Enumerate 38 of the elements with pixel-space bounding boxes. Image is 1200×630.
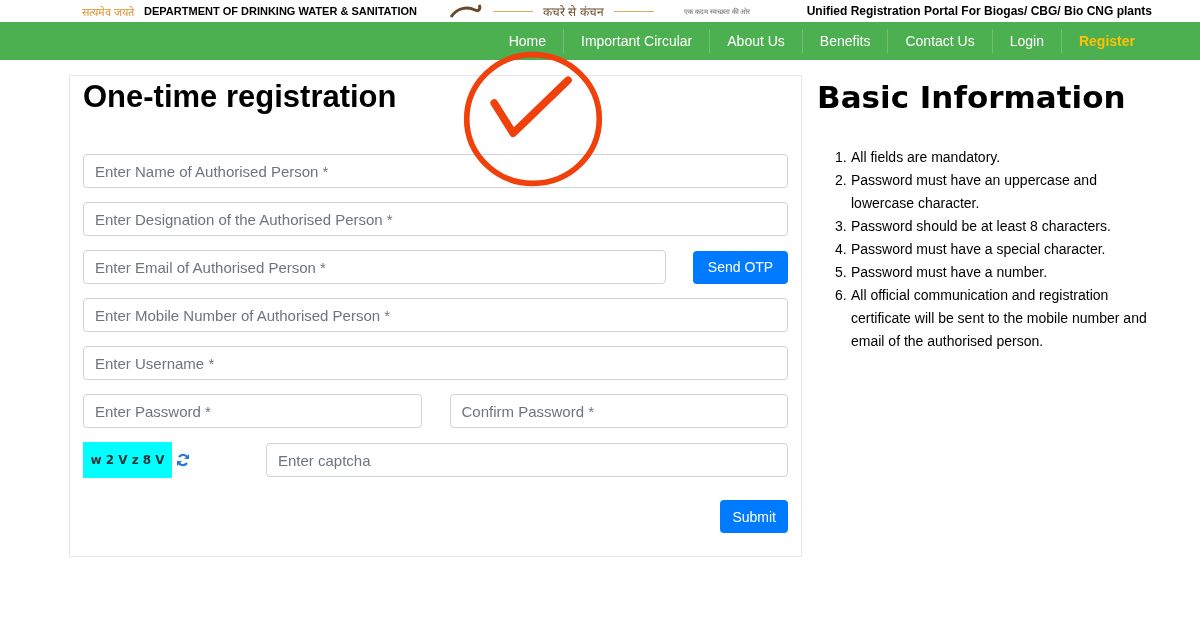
submit-button[interactable]: Submit [720, 500, 788, 533]
email-field[interactable]: Enter Email of Authorised Person * [83, 250, 666, 284]
confirm-password-field[interactable]: Confirm Password * [449, 394, 788, 428]
captcha-field[interactable]: Enter captcha [266, 443, 788, 477]
item-number: 5. [835, 263, 845, 282]
nav-link[interactable]: Benefits [802, 33, 888, 49]
logo-icon [449, 4, 483, 18]
password-field[interactable]: Enter Password * [83, 394, 422, 428]
info-item: Password must have a number. [851, 263, 1048, 282]
input-field[interactable]: Enter Mobile Number of Authorised Person * [83, 298, 788, 332]
portal-title: Unified Registration Portal For Biogas/ CBG/ Bio CNG plants [806, 4, 1152, 18]
item-number: 1. [835, 148, 845, 167]
input-field[interactable]: Enter Designation of the Authorised Person * [83, 202, 788, 236]
nav-link[interactable]: Contact Us [888, 33, 992, 49]
refresh-icon[interactable] [176, 453, 190, 467]
nav-link[interactable]: Login [992, 33, 1061, 49]
motto-text: सत्यमेव जयते [82, 4, 135, 19]
info-item: Password should be at least 8 characters. [851, 217, 1111, 236]
nav-link[interactable]: Register [1061, 33, 1152, 49]
nav-link[interactable]: Home [491, 33, 563, 49]
item-number: 3. [835, 217, 845, 236]
slogan-text: कचरे से कंचन [543, 3, 604, 20]
nav-link[interactable]: Important Circular [564, 33, 710, 49]
input-field[interactable]: Enter Name of Authorised Person * [83, 154, 788, 188]
department-title: DEPARTMENT OF DRINKING WATER & SANITATION [144, 5, 417, 17]
item-number: 4. [835, 240, 845, 259]
captcha-image: w 2 V z 8 V [83, 442, 172, 478]
info-item: Password must have a special character. [851, 240, 1106, 259]
info-title: Basic Information [817, 79, 1127, 115]
input-field[interactable]: Enter Username * [83, 346, 788, 380]
info-item: All official communication and registration certificate will be sent to the mobile number and email of the authorised person. [851, 286, 1148, 351]
item-number: 6. [835, 286, 845, 305]
info-item: Password must have an uppercase and lowercase character. [851, 171, 1098, 213]
item-number: 2. [835, 171, 845, 190]
info-item: All fields are mandatory. [851, 148, 1001, 167]
form-title: One-time registration [83, 79, 398, 115]
nav-link[interactable]: About Us [710, 33, 802, 49]
send-otp-button[interactable]: Send OTP [693, 250, 788, 284]
